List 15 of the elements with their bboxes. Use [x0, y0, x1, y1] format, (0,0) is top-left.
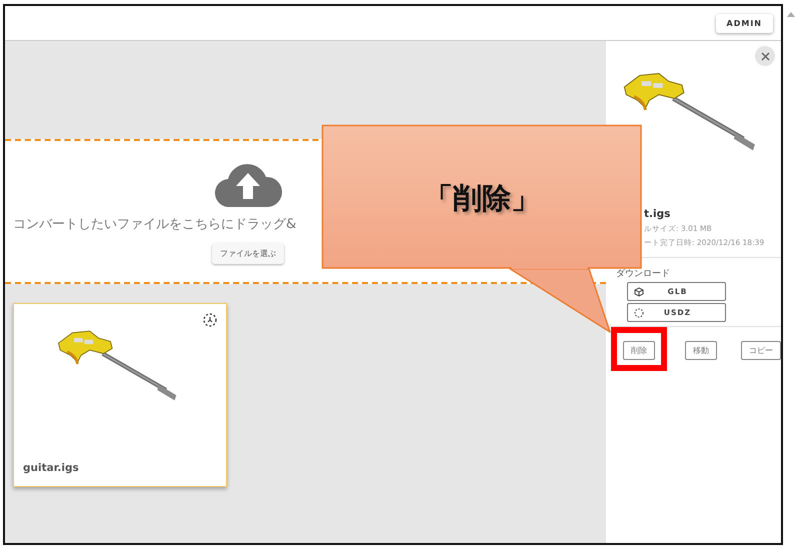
cloud-upload-icon: [212, 163, 284, 207]
action-button[interactable]: コピー: [741, 341, 781, 360]
choose-file-button[interactable]: ファイルを選ぶ: [212, 243, 284, 264]
file-name: guitar.igs: [23, 462, 79, 474]
cube-icon: [634, 286, 644, 296]
action-button[interactable]: 削除: [623, 341, 655, 360]
close-icon: [760, 52, 770, 60]
drop-instruction: コンバートしたいファイルをこちらにドラッグ&: [13, 216, 296, 233]
download-label: ダウンロード: [616, 268, 671, 280]
close-button[interactable]: [755, 46, 775, 66]
admin-button[interactable]: ADMIN: [716, 14, 773, 32]
callout-text: 「削除」: [423, 180, 541, 217]
action-button[interactable]: 移動: [685, 341, 717, 360]
file-card[interactable]: guitar.igs: [13, 303, 227, 487]
file-name: t.igs: [643, 208, 672, 220]
